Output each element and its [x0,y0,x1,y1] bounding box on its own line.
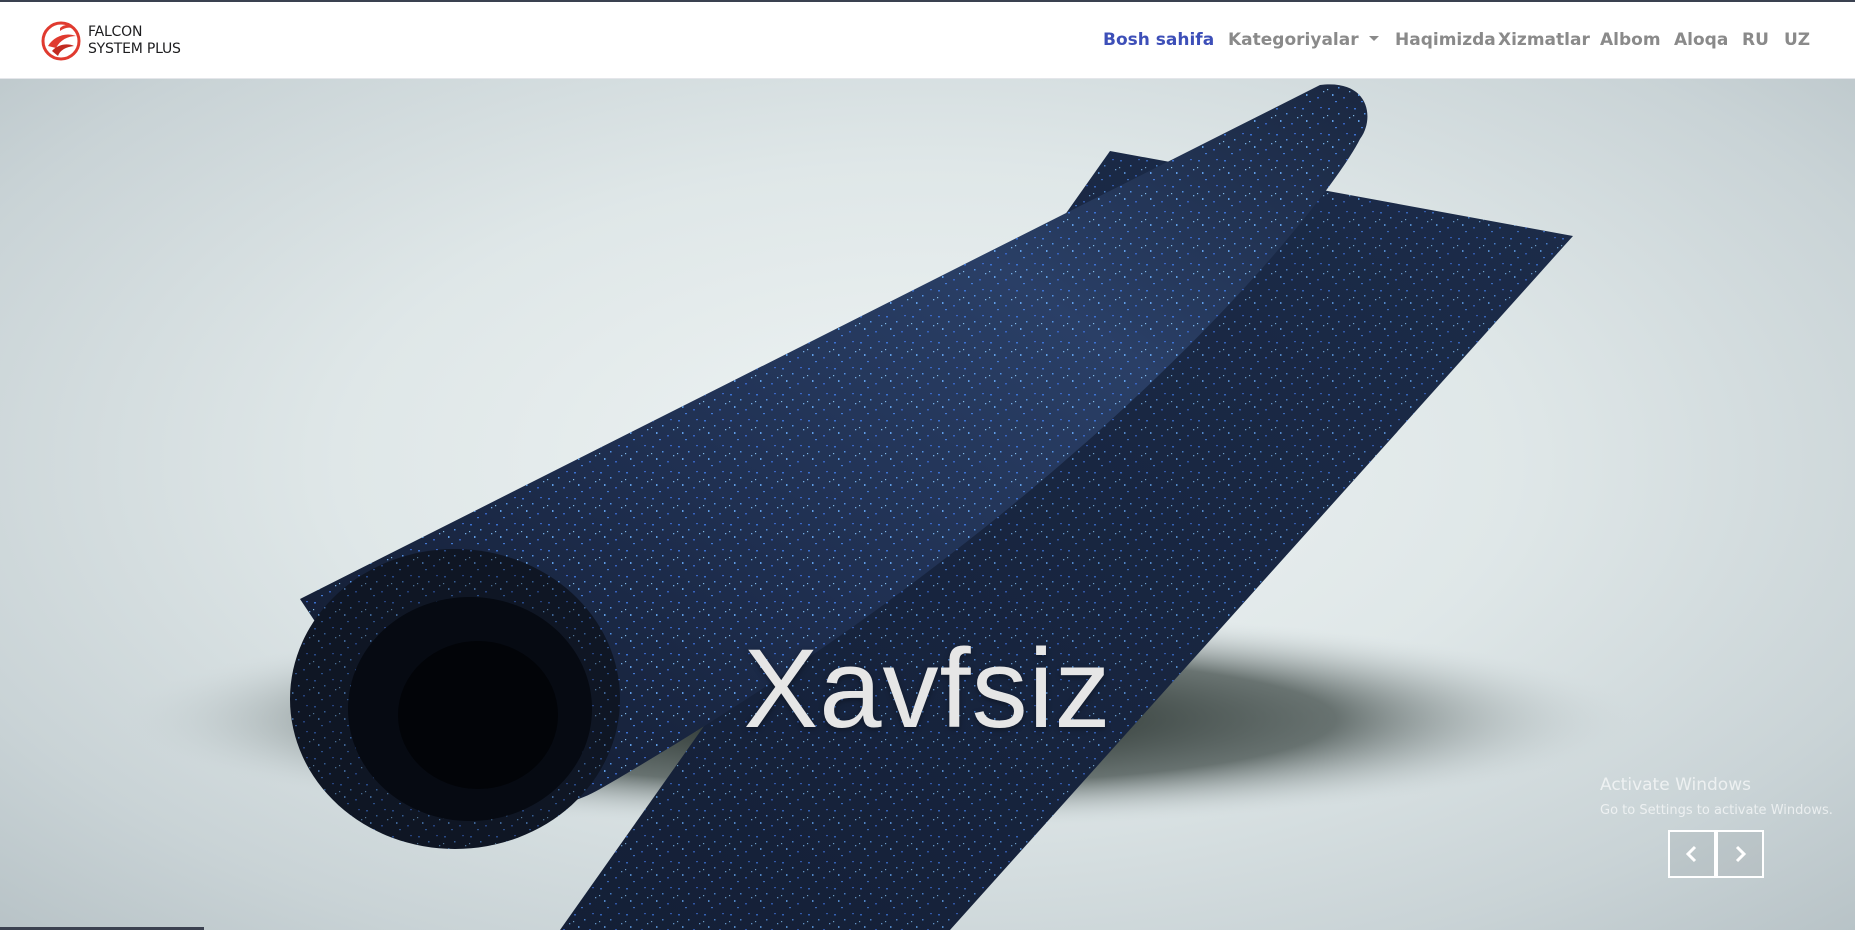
carousel-next-button[interactable] [1716,830,1764,878]
hero-carousel: Xavfsiz [0,79,1855,930]
main-nav: Bosh sahifa Kategoriyalar Haqimizda Xizm… [0,2,1855,79]
nav-categories-label: Kategoriyalar [1228,30,1359,50]
carousel-prev-button[interactable] [1668,830,1716,878]
nav-categories-dropdown[interactable]: Kategoriyalar [1228,30,1379,50]
nav-album[interactable]: Albom [1600,30,1661,50]
rubber-mat-roll-image [120,84,1640,930]
chevron-right-icon [1735,845,1747,863]
nav-services[interactable]: Xizmatlar [1498,30,1590,50]
nav-home[interactable]: Bosh sahifa [1103,30,1214,50]
chevron-left-icon [1685,845,1697,863]
nav-contact[interactable]: Aloqa [1674,30,1728,50]
navbar: FALCON SYSTEM PLUS Bosh sahifa Kategoriy… [0,2,1855,79]
slide-caption: Xavfsiz [743,626,1112,751]
nav-lang-uz[interactable]: UZ [1784,30,1810,50]
nav-lang-ru[interactable]: RU [1742,30,1769,50]
nav-about[interactable]: Haqimizda [1395,30,1496,50]
caret-down-icon [1368,36,1379,41]
